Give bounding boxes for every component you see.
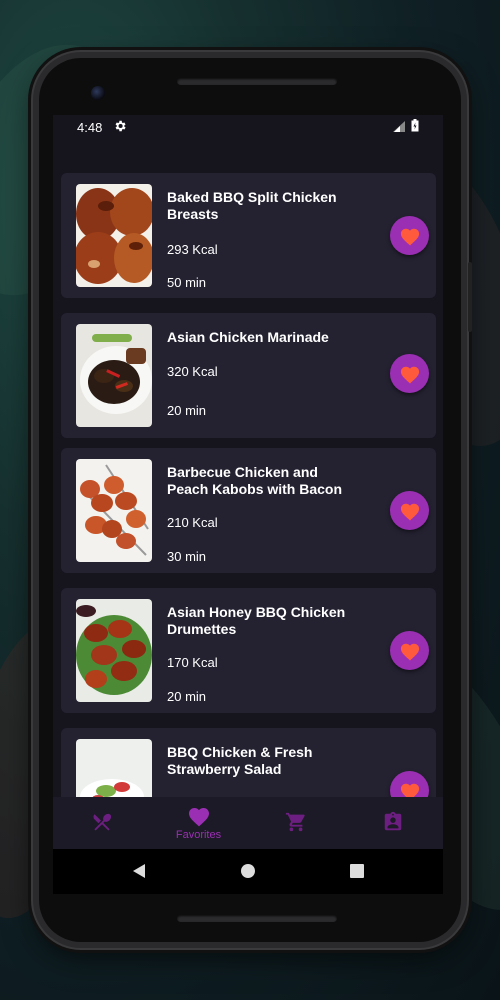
back-icon[interactable] [131, 863, 147, 879]
recipe-title: BBQ Chicken & Fresh Strawberry Salad [167, 744, 313, 777]
recipe-calories: 320 Kcal [167, 364, 218, 379]
heart-icon [400, 643, 419, 660]
recipe-calories: 170 Kcal [167, 655, 218, 670]
recipe-title: Asian Chicken Marinade [167, 329, 329, 345]
recipe-title: Asian Honey BBQ Chicken Drumettes [167, 604, 346, 637]
favorite-button[interactable] [390, 354, 429, 393]
recipe-duration: 50 min [167, 275, 207, 290]
nav-item-favorites[interactable]: Favorites [150, 797, 247, 849]
heart-icon [188, 808, 209, 827]
earpiece-speaker [177, 78, 337, 85]
recipe-duration: 20 min [167, 403, 207, 418]
phone-frame: 4:48 Baked BBQ Split Chicken Breasts 293… [33, 52, 472, 948]
recents-icon[interactable] [349, 863, 365, 879]
recipe-image [76, 599, 152, 702]
recipe-image [76, 184, 152, 287]
recipe-duration: 30 min [167, 549, 207, 564]
heart-icon [400, 366, 419, 383]
recipe-card[interactable]: Asian Honey BBQ Chicken Drumettes 170 Kc… [61, 588, 436, 713]
nav-label: Favorites [175, 829, 222, 841]
recipe-title: Baked BBQ Split Chicken Breasts [167, 189, 337, 222]
recipe-calories: 293 Kcal [167, 242, 218, 257]
recipe-image [76, 459, 152, 562]
heart-icon [400, 503, 419, 520]
recipe-image [76, 324, 152, 427]
battery-icon [411, 119, 419, 132]
bottom-navigation: Favorites [53, 797, 443, 849]
favorite-button[interactable] [390, 216, 429, 255]
signal-icon [393, 121, 405, 132]
recipe-card[interactable]: Baked BBQ Split Chicken Breasts 293 Kcal… [61, 173, 436, 298]
nav-item-recipes[interactable] [53, 797, 150, 849]
nav-item-cart[interactable] [247, 797, 344, 849]
volume-button [468, 262, 472, 332]
favorite-button[interactable] [390, 491, 429, 530]
favorite-button[interactable] [390, 631, 429, 670]
restaurant-icon [92, 813, 111, 831]
recipe-title: Barbecue Chicken and Peach Kabobs with B… [167, 464, 343, 497]
bottom-speaker [177, 915, 337, 922]
contact-icon [384, 811, 401, 831]
settings-gear-icon [115, 120, 126, 132]
recipe-duration: 20 min [167, 689, 207, 704]
system-navigation-bar [53, 849, 443, 894]
heart-icon [400, 228, 419, 245]
app-screen: 4:48 Baked BBQ Split Chicken Breasts 293… [53, 115, 443, 849]
recipe-card[interactable]: Asian Chicken Marinade 320 Kcal 20 min [61, 313, 436, 438]
status-time: 4:48 [77, 120, 103, 135]
home-icon[interactable] [240, 863, 256, 879]
recipe-card[interactable]: Barbecue Chicken and Peach Kabobs with B… [61, 448, 436, 573]
cart-icon [285, 812, 305, 832]
nav-item-profile[interactable] [344, 797, 441, 849]
status-bar: 4:48 [53, 115, 443, 139]
front-camera [91, 86, 105, 100]
recipe-calories: 210 Kcal [167, 515, 218, 530]
